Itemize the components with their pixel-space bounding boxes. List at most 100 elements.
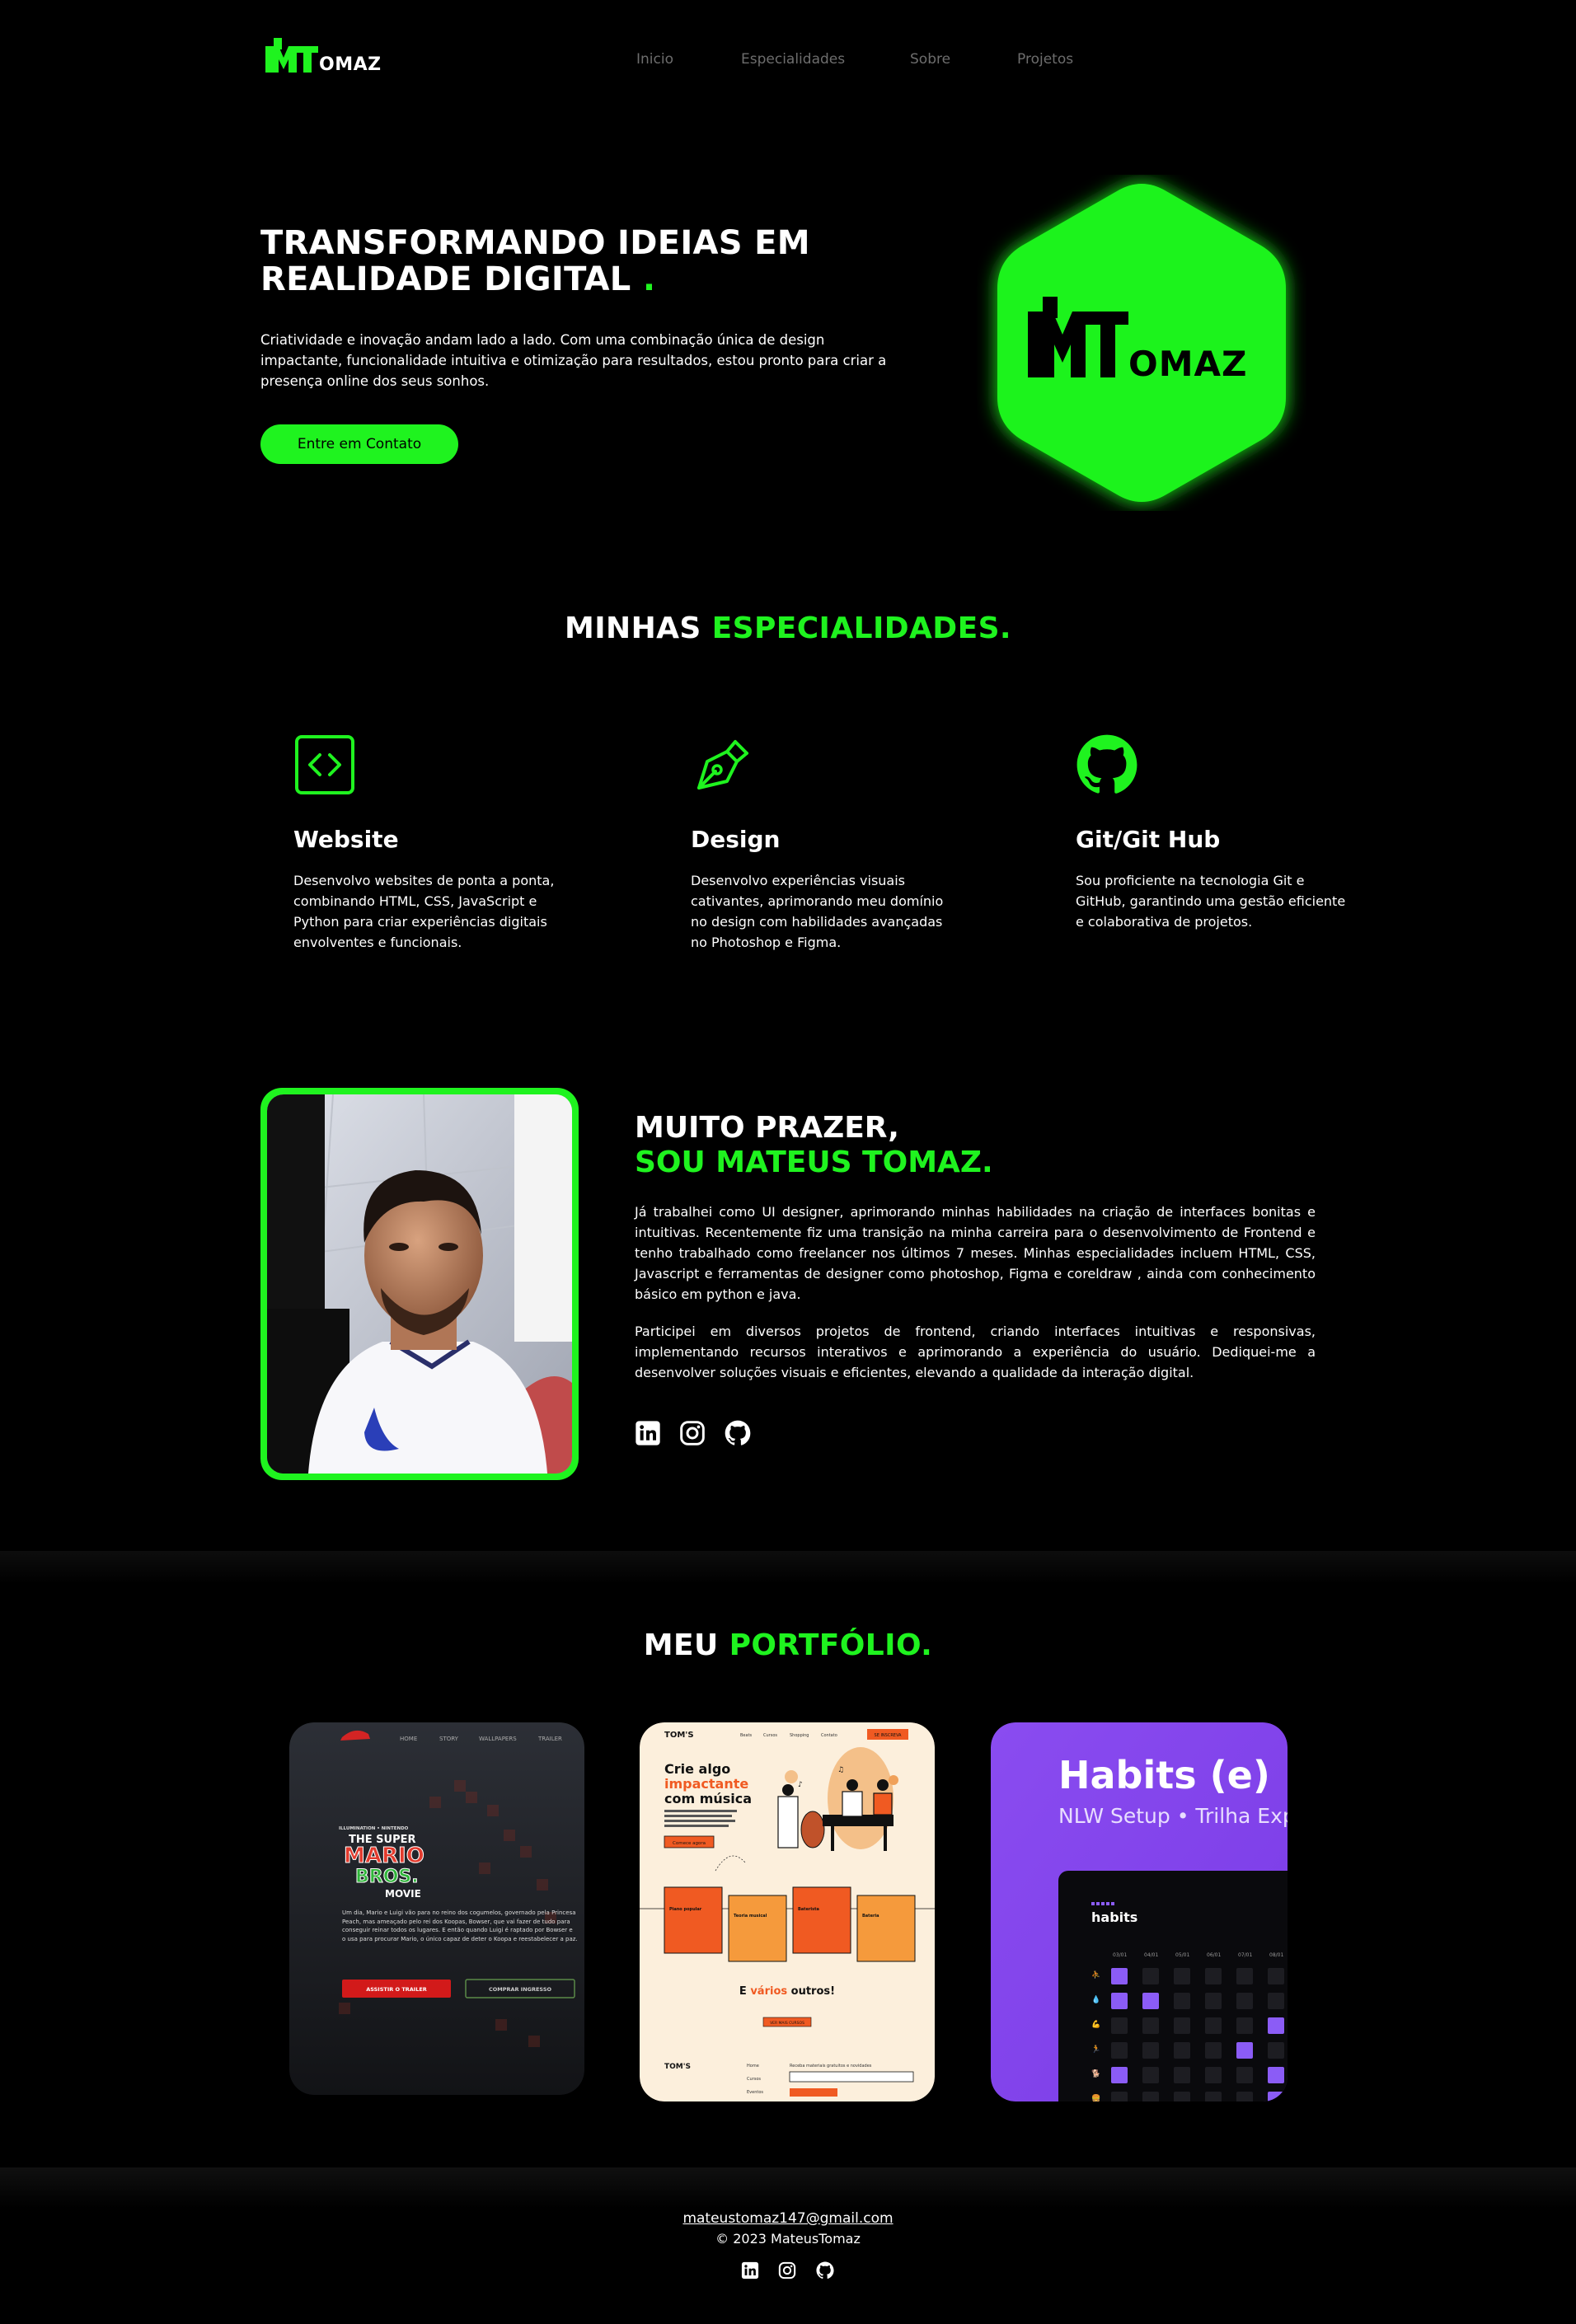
habit-row-icon: 🐕 (1091, 2069, 1100, 2078)
toms-mid-title-c: outros! (787, 1985, 835, 1998)
mario-logo-top: ILLUMINATION • NINTENDO (339, 1826, 409, 1831)
habit-cell (1111, 1968, 1128, 1984)
contact-button[interactable]: Entre em Contato (260, 424, 458, 464)
github-icon (816, 2261, 834, 2279)
github-link[interactable] (725, 1420, 751, 1446)
habit-cell (1142, 2092, 1159, 2101)
habit-cell (1142, 2042, 1159, 2059)
habit-cell (1205, 2092, 1222, 2101)
habit-cell (1268, 1968, 1284, 1984)
mario-ticket-button: COMPRAR INGRESSO (489, 1986, 552, 1993)
hero-title-line1: TRANSFORMANDO IDEIAS EM (260, 224, 810, 262)
habit-cell (1205, 1993, 1222, 2009)
habit-cell (1268, 2067, 1284, 2083)
specialties-title-white: MINHAS (565, 611, 701, 645)
habit-cell (1174, 1993, 1190, 2009)
profile-photo-frame (260, 1088, 579, 1480)
specialty-text: Sou proficiente na tecnologia Git e GitH… (1076, 873, 1346, 930)
specialties-title-green: ESPECIALIDADES. (711, 611, 1011, 645)
mario-nav-home: HOME (400, 1736, 417, 1742)
svg-text:♫: ♫ (837, 1766, 844, 1774)
specialty-card-git: Git/Git Hub Sou proficiente na tecnologi… (1076, 733, 1372, 930)
nav-link-inicio[interactable]: Inicio (636, 51, 673, 68)
about-paragraph-2: Participei em diversos projetos de front… (635, 1324, 1316, 1380)
github-icon (725, 1420, 751, 1445)
brand-logo[interactable]: OMAZ (264, 36, 392, 77)
habit-cell (1205, 2042, 1222, 2059)
hero-description: Criatividade e inovação andam lado a lad… (260, 332, 887, 389)
mario-logo-bros: BROS. (355, 1867, 419, 1887)
habits-date: 04/01 (1144, 1952, 1158, 1958)
toms-headline-1: Crie algo (664, 1761, 730, 1777)
mario-nav-trailer: TRAILER (537, 1736, 562, 1742)
instagram-icon (680, 1421, 705, 1445)
about-title-line1: MUITO PRAZER, (635, 1111, 899, 1145)
project-card-toms[interactable]: TOM'S Beats Cursos Shopping Contato SE I… (640, 1722, 935, 2101)
toms-nav-button: SE INSCREVA (875, 1733, 903, 1738)
project-card-mario[interactable]: HOME STORY WALLPAPERS TRAILER ILLUMINATI… (289, 1722, 584, 2095)
profile-photo (267, 1094, 572, 1474)
habit-cell (1111, 1993, 1128, 2009)
habit-cell (1236, 1993, 1253, 2009)
nav-link-sobre[interactable]: Sobre (910, 51, 950, 68)
habit-cell (1142, 2017, 1159, 2034)
footer-email-link[interactable]: mateustomaz147@gmail.com (682, 2210, 893, 2227)
github-icon (1076, 734, 1137, 794)
habit-cell (1205, 2067, 1222, 2083)
toms-footer-cursos: Cursos (747, 2077, 761, 2082)
specialty-title: Website (293, 826, 399, 853)
habit-cell (1236, 1968, 1253, 1984)
svg-text:♪: ♪ (798, 1781, 803, 1789)
toms-course-piano: Piano popular (669, 1907, 702, 1912)
about-paragraph-1: Já trabalhei como UI designer, aprimoran… (635, 1204, 1316, 1302)
habit-cell (1142, 1993, 1159, 2009)
habits-app-title: habits (1091, 1909, 1137, 1925)
linkedin-icon (741, 2261, 759, 2279)
project-card-habits[interactable]: Habits (e) NLW Setup • Trilha Expl habit… (991, 1722, 1288, 2101)
habit-cell (1111, 2017, 1128, 2034)
habit-cell (1236, 2042, 1253, 2059)
footer-github-link[interactable] (816, 2261, 834, 2279)
toms-footer-brand: TOM'S (664, 2063, 691, 2071)
code-brackets-icon (295, 735, 354, 794)
toms-brand: TOM'S (664, 1731, 694, 1740)
habit-cell (1236, 2092, 1253, 2101)
habit-cell (1174, 2067, 1190, 2083)
toms-course-teoria: Teoria musical (734, 1914, 767, 1919)
hero-title-dot: . (642, 260, 656, 298)
habit-cell (1111, 2092, 1128, 2101)
habit-row-icon: 🍔 (1091, 2093, 1100, 2101)
toms-headline-3: com música (664, 1791, 752, 1806)
habit-cell (1142, 2067, 1159, 2083)
portfolio-title-white: MEU (643, 1628, 719, 1662)
toms-nav-cursos: Cursos (763, 1733, 777, 1738)
toms-headline-2: impactante (664, 1776, 748, 1792)
pen-nib-icon (697, 740, 748, 790)
hero-logo-emblem: OMAZ (997, 184, 1286, 502)
habits-date: 08/01 (1269, 1952, 1283, 1958)
footer-instagram-link[interactable] (778, 2261, 796, 2279)
mario-description: Um dia, Mario e Luigi vão para no reino … (342, 1909, 578, 1942)
habit-cell (1111, 2067, 1128, 2083)
hero-title: TRANSFORMANDO IDEIAS EM REALIDADE DIGITA… (260, 225, 887, 298)
instagram-link[interactable] (679, 1420, 706, 1446)
mario-trailer-button: ASSISTIR O TRAILER (366, 1986, 427, 1993)
habit-cell (1142, 1968, 1159, 1984)
about-title: MUITO PRAZER, SOU MATEUS TOMAZ. (635, 1111, 993, 1180)
habits-date: 06/01 (1207, 1952, 1221, 1958)
nav-link-projetos[interactable]: Projetos (1017, 51, 1073, 68)
toms-nav-contato: Contato (821, 1733, 837, 1738)
toms-cta-button: Comece agora (673, 1841, 706, 1846)
mario-logo-mario: MARIO (344, 1844, 424, 1868)
nav-link-especialidades[interactable]: Especialidades (741, 51, 845, 68)
toms-nav-beats: Beats (740, 1733, 753, 1738)
specialty-title: Design (691, 826, 781, 853)
toms-course-baterista: Baterista (798, 1907, 819, 1912)
footer-linkedin-link[interactable] (741, 2261, 759, 2279)
portfolio-title: MEU PORTFÓLIO. (0, 1628, 1576, 1662)
mario-nav-wallpapers: WALLPAPERS (479, 1736, 517, 1742)
toms-mid-title-b: vários (750, 1985, 787, 1998)
instagram-icon (778, 2261, 796, 2279)
svg-text:E vários outros!: E vários outros! (739, 1985, 835, 1998)
linkedin-link[interactable] (635, 1420, 661, 1446)
